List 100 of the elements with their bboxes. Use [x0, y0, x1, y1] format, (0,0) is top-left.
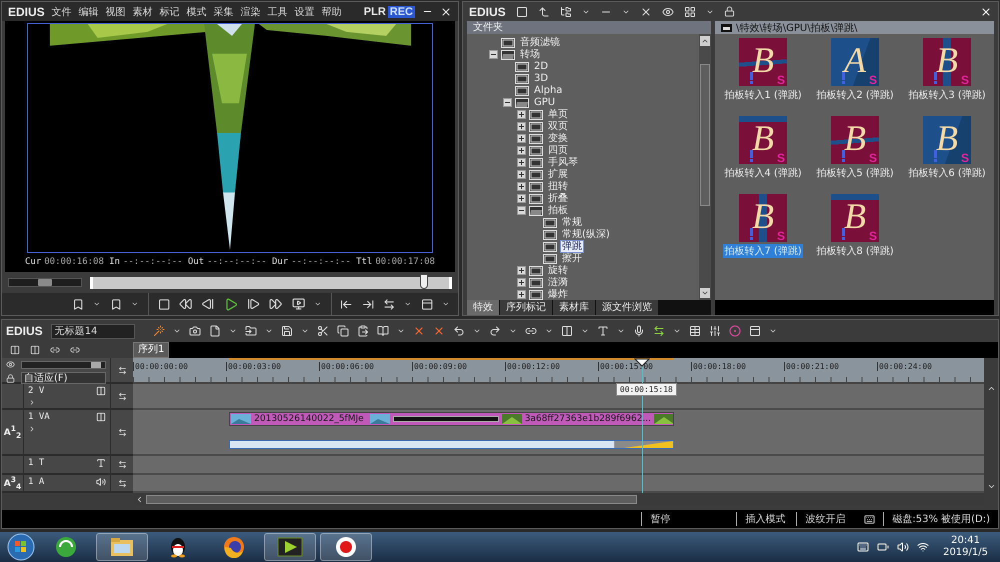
penguin-icon[interactable]	[169, 536, 187, 558]
scroll-down-icon[interactable]	[986, 482, 996, 491]
expand-icon[interactable]	[517, 290, 526, 298]
scroll-thumb[interactable]	[700, 64, 710, 206]
tab[interactable]: 源文件浏览	[596, 300, 659, 315]
menu-item[interactable]: 工具	[268, 4, 288, 18]
speaker-icon[interactable]	[96, 477, 106, 487]
tree-item[interactable]: 擦开	[560, 252, 584, 264]
wand-icon[interactable]	[152, 325, 165, 337]
delete-icon[interactable]	[640, 6, 652, 18]
menu-item[interactable]: 视图	[106, 4, 126, 18]
caret-icon[interactable]	[768, 327, 777, 335]
sequence-tab[interactable]: 序列1	[133, 342, 170, 358]
caret-icon[interactable]	[472, 327, 481, 335]
sync-icon[interactable]	[118, 366, 126, 374]
folder-tree-icon[interactable]	[560, 6, 572, 18]
tree-item[interactable]: 2D	[532, 60, 550, 72]
effect-label[interactable]: 拍板转入5 (弹跳)	[815, 166, 895, 180]
scroll-left-icon[interactable]	[135, 494, 144, 504]
redo-icon[interactable]	[488, 325, 501, 337]
scrollbar[interactable]	[699, 34, 711, 300]
menu-item[interactable]: 设置	[294, 4, 315, 18]
arrow-to-line-icon[interactable]	[340, 298, 353, 310]
caret-icon[interactable]	[404, 300, 412, 308]
expand-icon[interactable]	[517, 158, 526, 166]
tree-item[interactable]: 折叠	[546, 192, 570, 204]
lock-icon[interactable]	[724, 6, 735, 17]
link-icon[interactable]	[70, 345, 80, 355]
rewind-icon[interactable]	[179, 297, 192, 311]
expand-icon[interactable]	[517, 278, 526, 286]
caret-icon[interactable]	[172, 327, 181, 335]
caret-icon[interactable]	[616, 327, 625, 335]
effect-label[interactable]: 拍板转入8 (弹跳)	[815, 244, 895, 258]
arrows-icon[interactable]	[383, 298, 396, 310]
arrow-to-line-icon[interactable]	[362, 298, 374, 310]
play-logo-icon[interactable]	[277, 537, 303, 557]
sync-icon[interactable]	[118, 478, 126, 488]
speaker-icon[interactable]	[897, 541, 910, 553]
panel-icon[interactable]	[421, 298, 434, 310]
tree-item[interactable]: 拍板	[546, 204, 570, 216]
bookmark-icon[interactable]	[110, 298, 122, 310]
audio-clip[interactable]	[229, 440, 674, 449]
file-icon[interactable]	[208, 325, 221, 337]
tree-item[interactable]: Alpha	[532, 84, 564, 96]
expand-icon[interactable]	[517, 146, 526, 154]
link-icon[interactable]	[524, 325, 537, 337]
expand-icon[interactable]	[517, 122, 526, 130]
caret-icon[interactable]	[442, 300, 450, 308]
taskbar-button[interactable]	[264, 533, 316, 561]
eye-icon[interactable]	[662, 6, 674, 18]
caret-icon[interactable]	[300, 327, 309, 335]
slider-thumb[interactable]	[420, 274, 428, 288]
keyboard-icon[interactable]	[857, 541, 870, 553]
tree-item[interactable]: 单页	[546, 108, 570, 120]
caret-icon[interactable]	[580, 327, 589, 335]
close-icon[interactable]	[980, 6, 992, 18]
slider-thumb[interactable]	[90, 362, 101, 368]
tree-item[interactable]: 四页	[546, 144, 570, 156]
tree-item[interactable]: 音频滤镜	[518, 36, 562, 48]
menu-item[interactable]: 模式	[186, 4, 207, 18]
lock-icon[interactable]	[6, 374, 15, 382]
jog-slider[interactable]	[8, 278, 82, 287]
mode-toggle[interactable]: REC	[388, 6, 415, 18]
up-arrow-icon[interactable]	[538, 6, 550, 18]
menu-item[interactable]: 采集	[214, 4, 234, 18]
expand-icon[interactable]	[517, 170, 526, 178]
caret-icon[interactable]	[264, 327, 273, 335]
play-icon[interactable]	[224, 296, 238, 312]
microphone-icon[interactable]	[632, 325, 645, 337]
time-ruler[interactable]: 00:00:00:00 00:00:03:00 00:00:06:00 00:00:09:00 00:00:12:00 00:00:15:00 00:00:18:00 00:00:21:00 00:00:24:00	[133, 358, 984, 384]
slider-thumb[interactable]	[38, 279, 52, 286]
menu-item[interactable]: 帮助	[322, 4, 342, 18]
effect-label[interactable]: 拍板转入3 (弹跳)	[907, 88, 987, 102]
save-icon[interactable]	[280, 325, 293, 337]
eye-icon[interactable]	[6, 360, 15, 369]
caret-icon[interactable]	[228, 327, 237, 335]
stop-icon[interactable]	[158, 298, 170, 310]
start-orb-icon[interactable]	[6, 533, 36, 561]
expand-icon[interactable]	[517, 266, 526, 274]
tree-item[interactable]: 扭转	[546, 180, 570, 192]
grid-icon[interactable]	[684, 6, 696, 18]
tree-item[interactable]: 变换	[546, 132, 570, 144]
taskbar-button[interactable]	[320, 533, 372, 561]
mode-toggle[interactable]: PLR	[362, 6, 388, 18]
menu-item[interactable]: 文件	[52, 4, 72, 18]
caret-icon[interactable]	[396, 327, 405, 335]
tree-item[interactable]: 转场	[518, 48, 542, 60]
effect-label[interactable]: 拍板转入6 (弹跳)	[907, 166, 987, 180]
tree-item[interactable]: 双页	[546, 120, 570, 132]
tree-item[interactable]: 涟漪	[546, 276, 570, 288]
tree-item[interactable]: 常规(纵深)	[560, 228, 612, 240]
scroll-thumb[interactable]	[146, 494, 638, 504]
menu-item[interactable]: 标记	[160, 4, 180, 18]
text-icon[interactable]	[596, 325, 609, 337]
tree-item[interactable]: 弹跳	[560, 240, 584, 252]
tab[interactable]: 特效	[467, 300, 500, 315]
collapse-icon[interactable]	[503, 98, 512, 106]
tree-item[interactable]: 3D	[532, 72, 550, 84]
monitor-icon[interactable]	[292, 297, 305, 311]
panel-icon[interactable]	[96, 386, 106, 396]
